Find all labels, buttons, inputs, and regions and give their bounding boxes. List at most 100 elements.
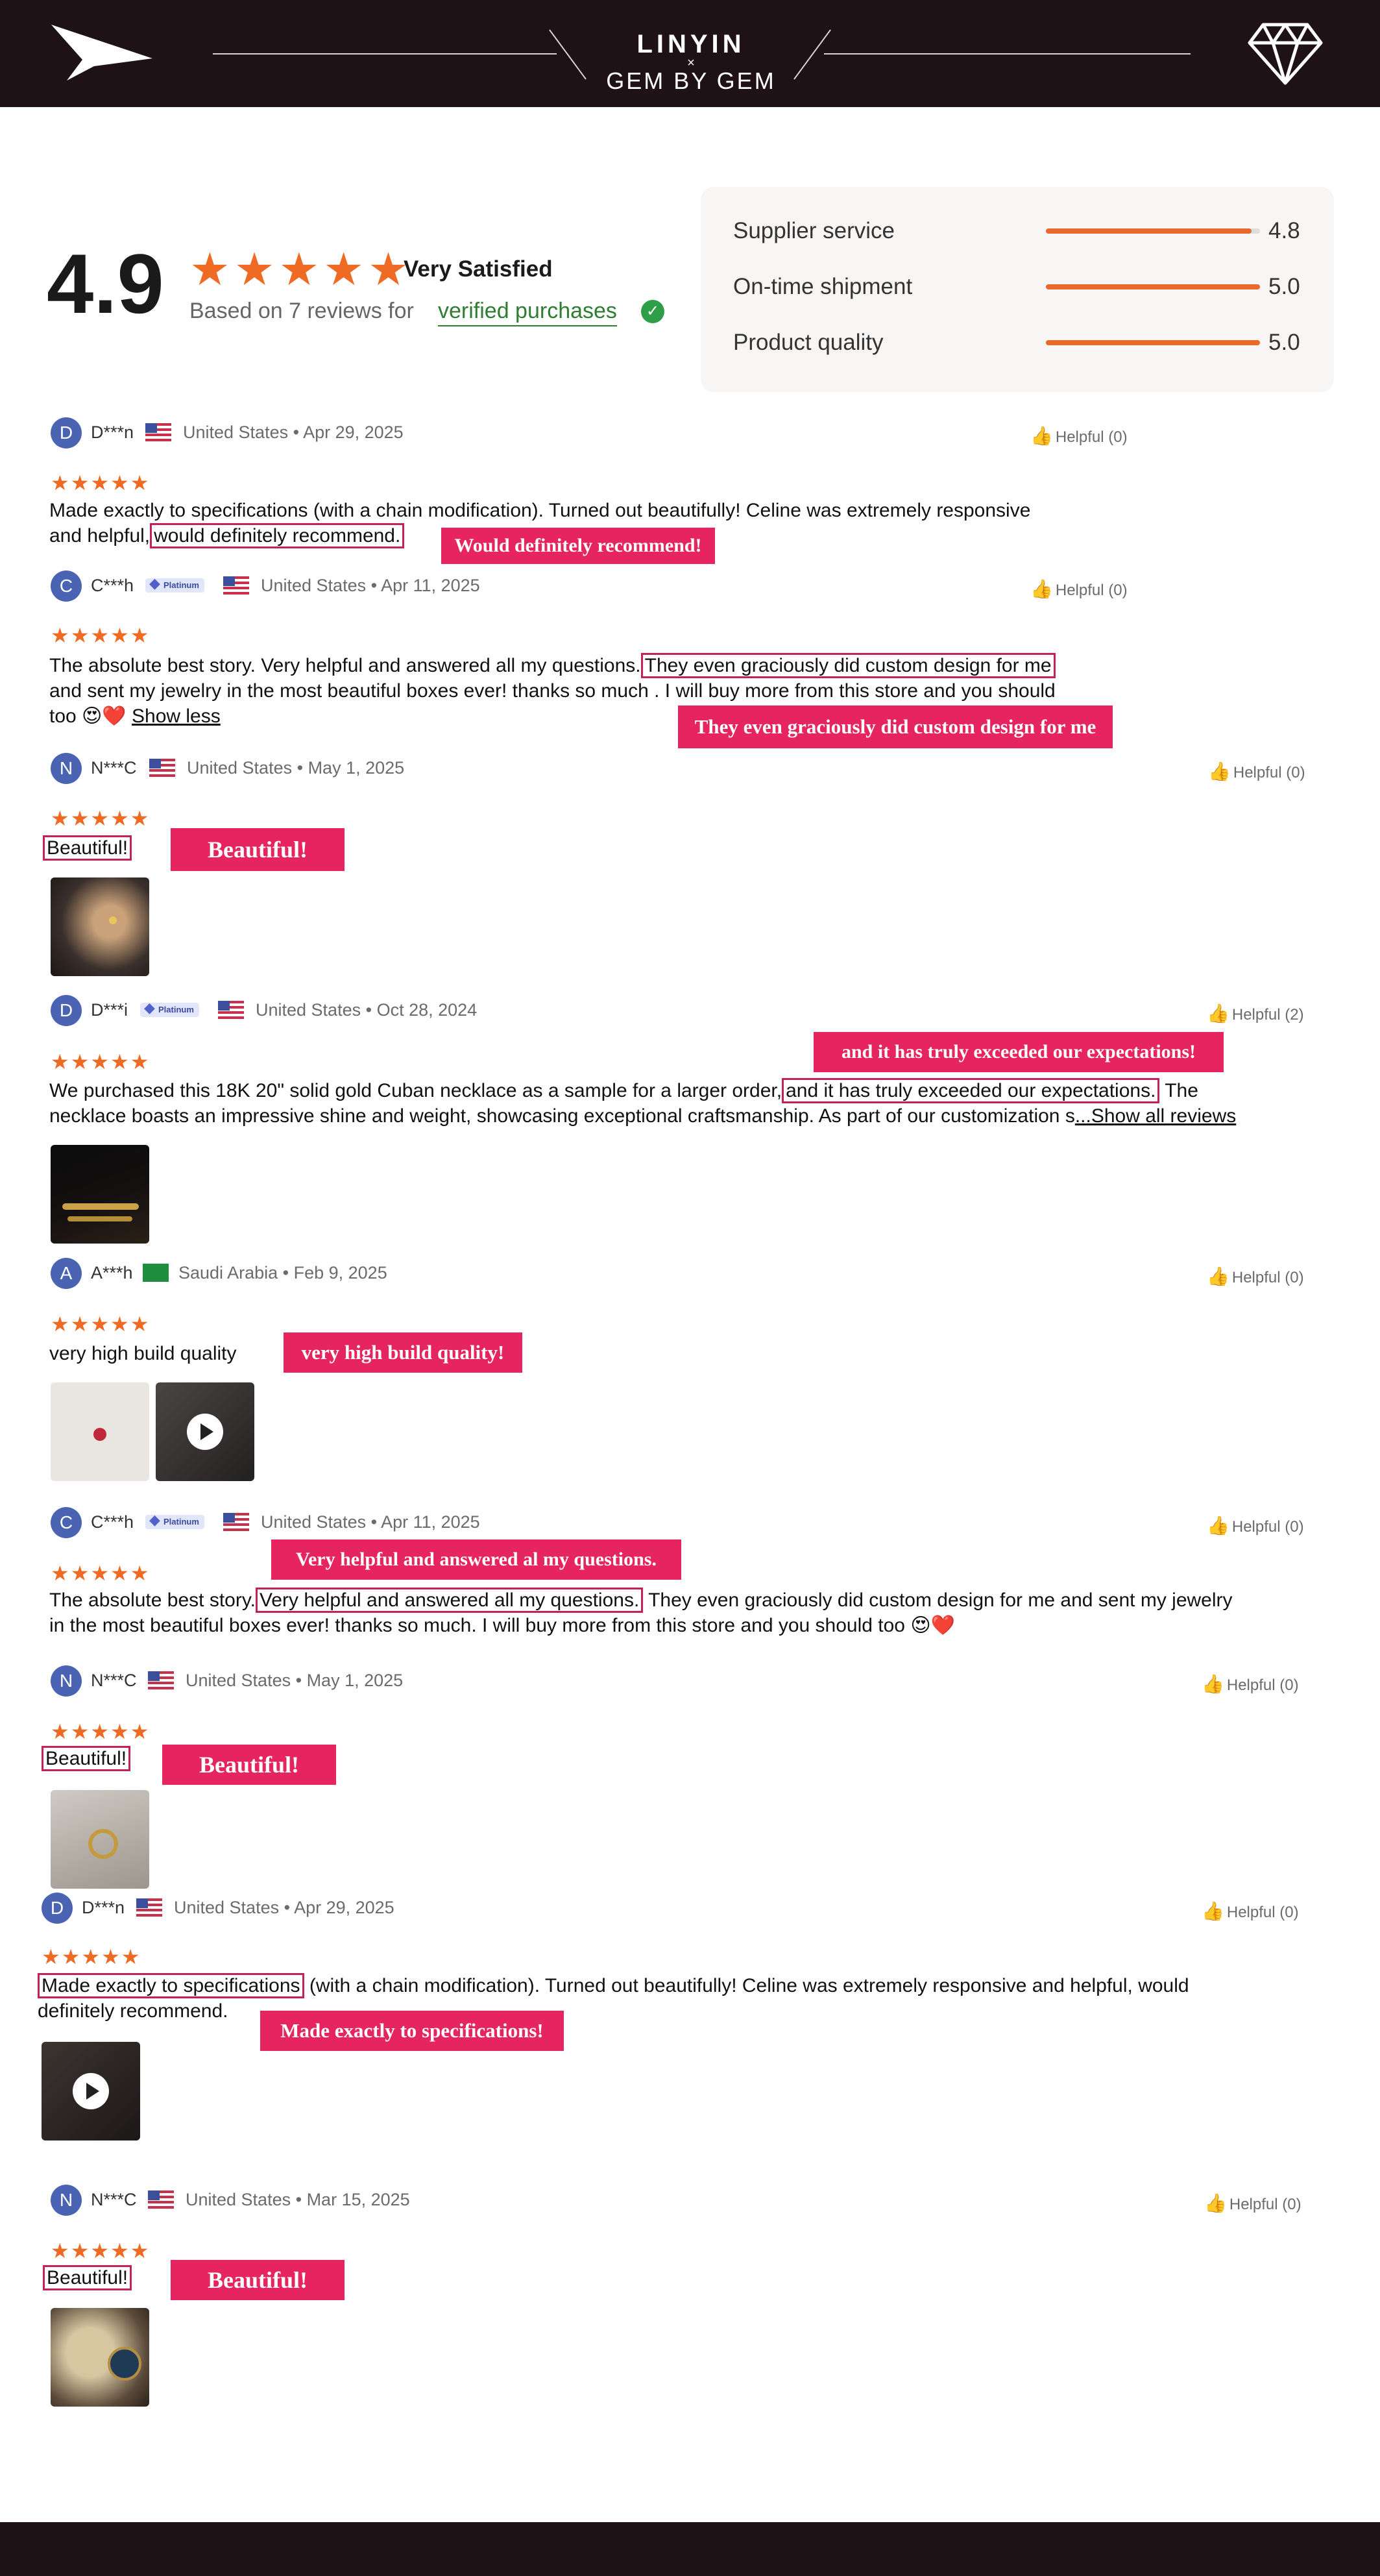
saudi-flag-icon <box>143 1264 169 1282</box>
thumbs-up-icon: 👍 <box>1207 1515 1229 1536</box>
reviewer-name: A***h <box>91 1263 133 1282</box>
header-bar: LINYIN × GEM BY GEM <box>0 0 1380 107</box>
satisfaction-label: Very Satisfied <box>404 256 553 282</box>
star-icon: ★ <box>189 244 230 295</box>
score-value: 5.0 <box>1268 330 1300 355</box>
footer-bar <box>0 2522 1380 2576</box>
play-icon[interactable] <box>73 2073 109 2109</box>
star-icon: ★ <box>323 244 365 295</box>
review-text: The absolute best story. Very helpful and… <box>49 1588 1233 1638</box>
reviewer-name: D***n <box>82 1898 125 1917</box>
helpful-label: Helpful (2) <box>1231 1006 1304 1024</box>
header-slash-right <box>793 29 831 80</box>
star-icon: ★ <box>368 244 409 295</box>
thumbs-up-icon: 👍 <box>1202 1674 1224 1694</box>
star-icon: ★ <box>278 244 320 295</box>
review-text: Made exactly to specifications (with a c… <box>38 1973 1189 2024</box>
helpful-label: Helpful (0) <box>1233 764 1305 781</box>
callout-label: Beautiful! <box>171 2260 345 2300</box>
score-label: On-time shipment <box>733 274 913 299</box>
helpful-button[interactable]: 👍 Helpful (0) <box>1202 1900 1299 1922</box>
platinum-badge: Platinum <box>140 1001 199 1017</box>
review-line: necklace boasts an impressive shine and … <box>49 1105 1075 1127</box>
review-photo[interactable] <box>51 1790 149 1889</box>
review-meta: United States • Apr 11, 2025 <box>261 576 480 595</box>
callout-label: very high build quality! <box>284 1332 522 1373</box>
review-meta: United States • May 1, 2025 <box>186 1671 404 1690</box>
helpful-button[interactable]: 👍 Helpful (2) <box>1207 1003 1304 1024</box>
verified-purchases-link[interactable]: verified purchases <box>438 299 617 326</box>
review-stars: ★★★★★ <box>51 471 151 495</box>
avatar: C <box>51 1507 82 1538</box>
reviewer-name: C***h <box>91 1512 134 1532</box>
highlighted-phrase: Beautiful! <box>42 1746 131 1771</box>
review-meta: United States • Apr 29, 2025 <box>174 1898 394 1917</box>
review-text: very high build quality <box>49 1343 237 1364</box>
date: Apr 11, 2025 <box>381 1512 480 1532</box>
helpful-button[interactable]: 👍 Helpful (0) <box>1030 425 1128 447</box>
play-icon[interactable] <box>187 1414 223 1450</box>
date: Apr 11, 2025 <box>381 576 480 595</box>
thumbs-up-filled-icon: 👍 <box>1207 1003 1229 1024</box>
helpful-button[interactable]: 👍 Helpful (0) <box>1207 1515 1304 1536</box>
country: United States <box>256 1000 361 1020</box>
helpful-button[interactable]: 👍 Helpful (0) <box>1030 578 1128 600</box>
review-line: in the most beautiful boxes ever! thanks… <box>49 1615 955 1636</box>
helpful-label: Helpful (0) <box>1055 428 1128 446</box>
review-line: Made exactly to specifications (with a c… <box>49 500 1031 521</box>
review-photo[interactable] <box>51 2308 149 2407</box>
helpful-button[interactable]: 👍 Helpful (0) <box>1207 1266 1304 1287</box>
review-line: The absolute best story. Very helpful an… <box>49 655 641 676</box>
show-all-reviews-link[interactable]: ...Show all reviews <box>1075 1105 1236 1127</box>
header-line-right <box>824 53 1191 55</box>
country: United States <box>261 576 367 595</box>
callout-label: Would definitely recommend! <box>441 528 715 564</box>
review-stars: ★★★★★ <box>51 1720 151 1743</box>
review-meta: United States • Mar 15, 2025 <box>186 2190 410 2209</box>
avatar: D <box>42 1893 73 1924</box>
country: United States <box>186 1671 291 1690</box>
review-photo[interactable] <box>51 1145 149 1244</box>
avatar: D <box>51 995 82 1026</box>
us-flag-icon <box>136 1898 162 1917</box>
show-less-link[interactable]: Show less <box>132 705 221 727</box>
avatar: N <box>51 753 82 784</box>
helpful-button[interactable]: 👍 Helpful (0) <box>1202 1673 1299 1695</box>
chain-detail <box>62 1203 139 1210</box>
score-bar-fill <box>1046 340 1260 345</box>
highlighted-phrase: Beautiful! <box>43 2265 132 2290</box>
based-on-text: Based on 7 reviews for <box>189 299 414 323</box>
review-stars: ★★★★★ <box>51 1312 151 1336</box>
date: May 1, 2025 <box>308 758 405 778</box>
header-line-left <box>213 53 557 55</box>
score-bar <box>1046 228 1260 234</box>
avatar: A <box>51 1258 82 1289</box>
review-line: (with a chain modification). Turned out … <box>309 1975 1189 1996</box>
review-photo[interactable] <box>51 877 149 976</box>
helpful-label: Helpful (0) <box>1229 2196 1301 2213</box>
header-slash-left <box>549 29 587 80</box>
us-flag-icon <box>223 1513 249 1531</box>
avatar: D <box>51 417 82 448</box>
review-video[interactable] <box>42 2042 140 2141</box>
review-meta: United States • Apr 11, 2025 <box>261 1512 480 1532</box>
pendant-detail <box>93 1428 106 1441</box>
thumbs-up-icon: 👍 <box>1030 426 1053 446</box>
review-meta: United States • May 1, 2025 <box>187 758 405 778</box>
product-detail <box>108 2347 141 2381</box>
brand-primary: LINYIN <box>636 30 745 58</box>
review-photo[interactable] <box>51 1382 149 1481</box>
review-video[interactable] <box>156 1382 254 1481</box>
country: United States <box>261 1512 367 1532</box>
helpful-button[interactable]: 👍 Helpful (0) <box>1204 2192 1301 2214</box>
date: Apr 29, 2025 <box>303 423 404 442</box>
us-flag-icon <box>148 1671 174 1689</box>
earring-detail <box>88 1829 118 1859</box>
review-text: Beautiful! <box>43 835 132 861</box>
chain-detail <box>67 1216 132 1221</box>
helpful-label: Helpful (0) <box>1226 1676 1299 1694</box>
date: Oct 28, 2024 <box>376 1000 478 1020</box>
reviewer-name: N***C <box>91 1671 137 1690</box>
helpful-button[interactable]: 👍 Helpful (0) <box>1208 761 1305 782</box>
country: Saudi Arabia <box>178 1263 278 1282</box>
